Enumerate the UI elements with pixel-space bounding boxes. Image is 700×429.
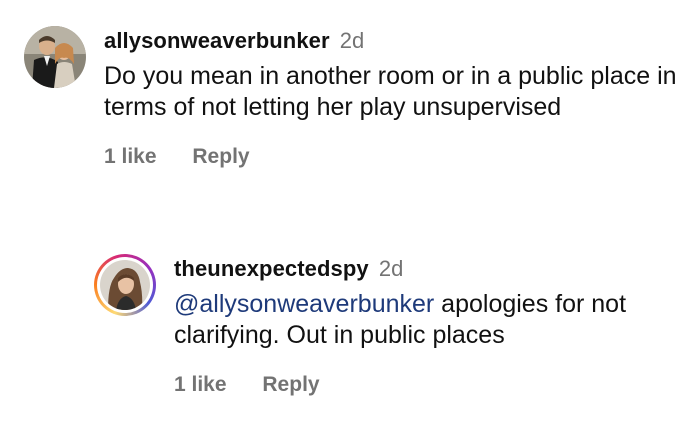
story-ring — [97, 257, 153, 313]
avatar[interactable] — [24, 26, 86, 88]
mention-link[interactable]: @allysonweaverbunker — [174, 290, 434, 318]
comment-text: Do you mean in another room or in a publ… — [104, 62, 677, 121]
avatar[interactable] — [94, 254, 156, 316]
avatar-couple-icon — [24, 26, 86, 88]
comment-actions: 1 like Reply — [174, 373, 684, 397]
username-link[interactable]: allysonweaverbunker — [104, 28, 330, 53]
avatar-woman-icon — [100, 260, 150, 310]
comment-body: allysonweaverbunker 2d Do you mean in an… — [104, 26, 684, 169]
timestamp: 2d — [378, 256, 404, 281]
reply-button[interactable]: Reply — [262, 373, 319, 397]
comment-header: theunexpectedspy 2d — [174, 254, 684, 284]
timestamp: 2d — [339, 28, 365, 53]
comment-body: theunexpectedspy 2d @allysonweaverbunker… — [174, 254, 684, 397]
comment-actions: 1 like Reply — [104, 145, 684, 169]
like-count[interactable]: 1 like — [104, 145, 157, 169]
like-count[interactable]: 1 like — [174, 373, 227, 397]
comment-header: allysonweaverbunker 2d — [104, 26, 684, 56]
username-link[interactable]: theunexpectedspy — [174, 256, 369, 281]
comment-text: @allysonweaverbunker apologies for not c… — [174, 289, 684, 351]
reply-button[interactable]: Reply — [192, 145, 249, 169]
